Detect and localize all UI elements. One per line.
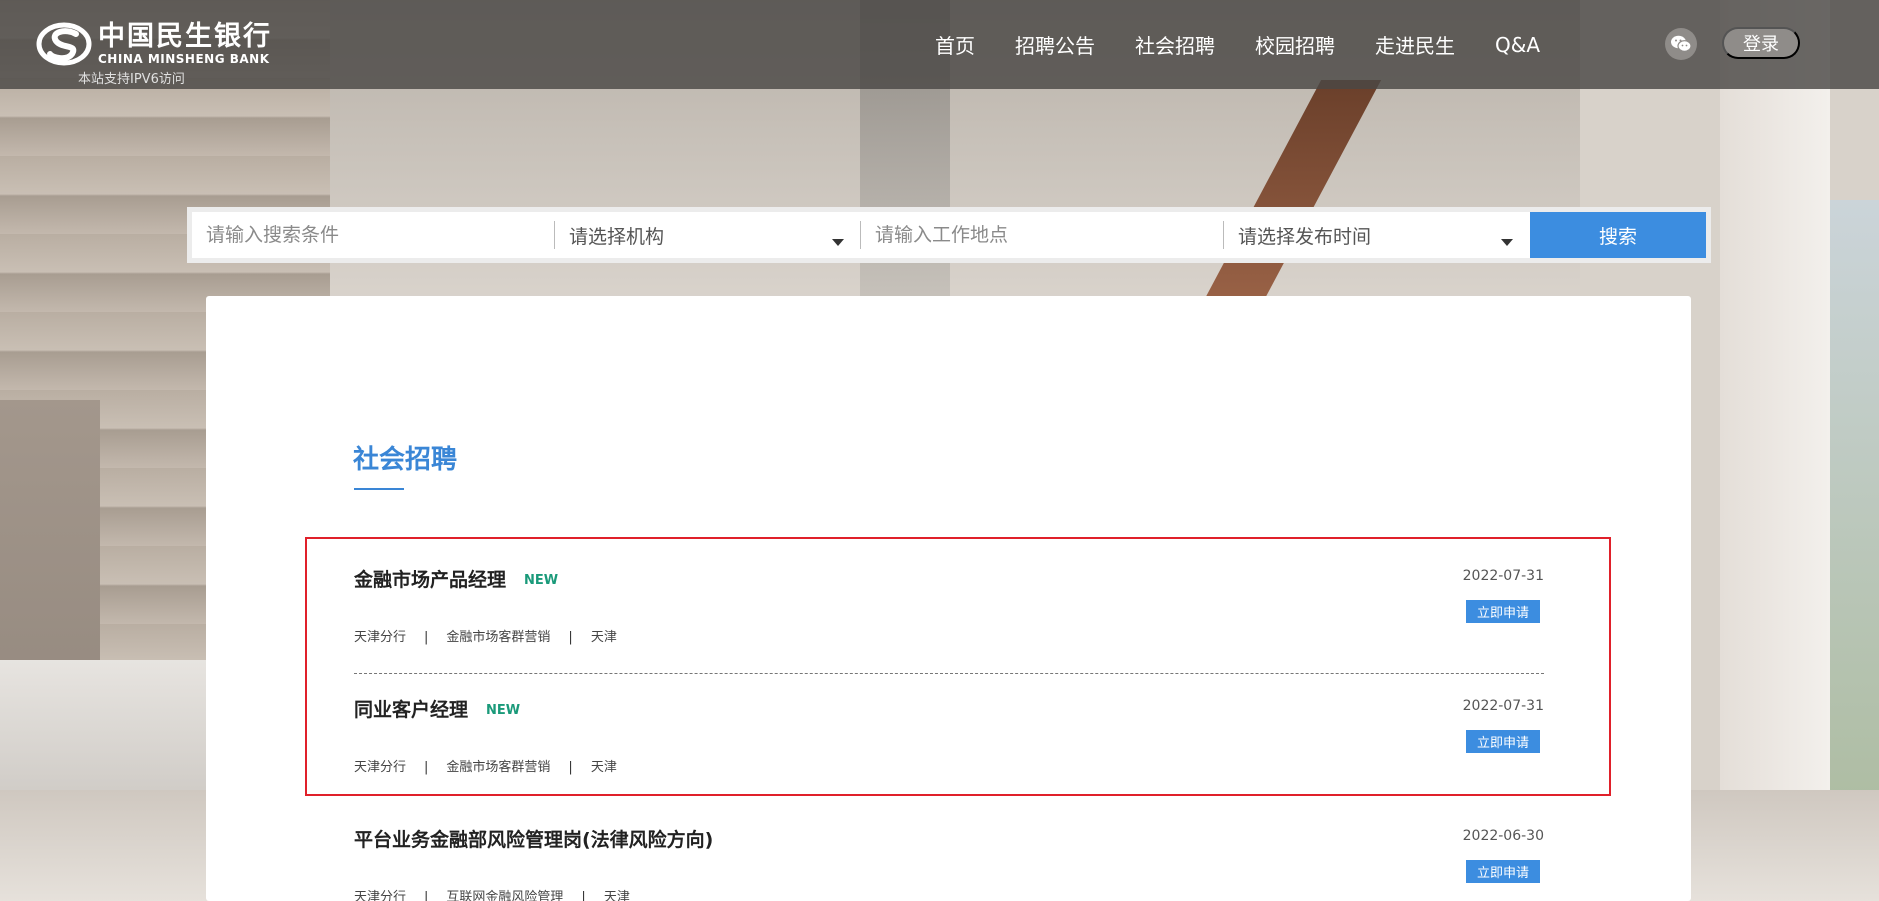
job-date: 2022-06-30 xyxy=(1462,828,1544,844)
wechat-button[interactable] xyxy=(1665,28,1697,60)
section-title-underline xyxy=(354,488,404,490)
main-nav: 首页 招聘公告 社会招聘 校园招聘 走进民生 Q&A xyxy=(935,30,1540,59)
location-field xyxy=(861,212,1223,258)
job-branch: 天津分行 xyxy=(354,630,407,645)
job-city: 天津 xyxy=(590,760,617,775)
background-window xyxy=(1830,200,1879,800)
site-header: 中国民生银行 CHINA MINSHENG BANK 本站支持IPV6访问 首页… xyxy=(0,0,1879,89)
job-title-link[interactable]: 金融市场产品经理 NEW xyxy=(354,565,558,592)
bank-logo[interactable]: 中国民生银行 CHINA MINSHENG BANK xyxy=(36,20,272,68)
job-item: 平台业务金融部风险管理岗(法律风险方向) 天津分行 | 互联网金融风险管理 | 天津 2… xyxy=(354,804,1544,901)
nav-social-recruitment[interactable]: 社会招聘 xyxy=(1135,30,1215,59)
keyword-input[interactable] xyxy=(206,224,554,246)
new-badge: NEW xyxy=(524,573,559,588)
job-search-bar: 请选择机构 请选择发布时间 搜索 xyxy=(187,207,1711,263)
job-title-link[interactable]: 同业客户经理 NEW xyxy=(354,695,520,722)
logo-chinese-name: 中国民生银行 xyxy=(98,21,272,52)
job-branch: 天津分行 xyxy=(354,760,407,775)
new-badge: NEW xyxy=(486,703,521,718)
job-title: 同业客户经理 xyxy=(354,699,469,721)
meta-separator: | xyxy=(581,890,586,901)
nav-qa[interactable]: Q&A xyxy=(1495,33,1540,57)
org-select-value: 请选择机构 xyxy=(569,225,665,248)
job-date: 2022-07-31 xyxy=(1462,698,1544,714)
search-button[interactable]: 搜索 xyxy=(1530,212,1706,258)
job-department: 金融市场客群营销 xyxy=(446,760,551,775)
ipv6-note: 本站支持IPV6访问 xyxy=(78,72,185,87)
logo-text: 中国民生银行 CHINA MINSHENG BANK xyxy=(98,21,272,67)
job-title: 金融市场产品经理 xyxy=(354,569,507,591)
job-city: 天津 xyxy=(603,890,630,901)
chevron-down-icon xyxy=(832,239,844,246)
login-button[interactable]: 登录 xyxy=(1722,27,1800,59)
job-title-link[interactable]: 平台业务金融部风险管理岗(法律风险方向) xyxy=(354,825,713,852)
meta-separator: | xyxy=(424,630,429,645)
background-pillar xyxy=(1720,0,1830,901)
location-input[interactable] xyxy=(875,224,1223,246)
keyword-field xyxy=(192,212,554,258)
nav-home[interactable]: 首页 xyxy=(935,30,975,59)
minsheng-logo-icon xyxy=(36,22,92,66)
logo-english-name: CHINA MINSHENG BANK xyxy=(98,52,270,66)
meta-separator: | xyxy=(568,630,573,645)
apply-button[interactable]: 立即申请 xyxy=(1466,730,1540,753)
background-counter xyxy=(0,660,210,800)
wechat-icon xyxy=(1671,35,1692,52)
job-department: 金融市场客群营销 xyxy=(446,630,551,645)
job-title: 平台业务金融部风险管理岗(法律风险方向) xyxy=(354,829,714,851)
publish-time-select[interactable]: 请选择发布时间 xyxy=(1224,212,1529,258)
publish-time-select-value: 请选择发布时间 xyxy=(1238,225,1372,248)
meta-separator: | xyxy=(424,890,429,901)
job-department: 互联网金融风险管理 xyxy=(446,890,564,901)
section-title: 社会招聘 xyxy=(353,445,458,475)
meta-separator: | xyxy=(568,760,573,775)
nav-about[interactable]: 走进民生 xyxy=(1375,30,1455,59)
apply-button[interactable]: 立即申请 xyxy=(1466,600,1540,623)
job-date: 2022-07-31 xyxy=(1462,568,1544,584)
job-branch: 天津分行 xyxy=(354,890,407,901)
job-city: 天津 xyxy=(590,630,617,645)
job-meta: 天津分行 | 金融市场客群营销 | 天津 xyxy=(354,626,617,645)
nav-campus-recruitment[interactable]: 校园招聘 xyxy=(1255,30,1335,59)
apply-button[interactable]: 立即申请 xyxy=(1466,860,1540,883)
job-list-card: 社会招聘 金融市场产品经理 NEW 天津分行 | 金融市场客群营销 | 天津 2022-0… xyxy=(206,296,1691,901)
meta-separator: | xyxy=(424,760,429,775)
job-meta: 天津分行 | 金融市场客群营销 | 天津 xyxy=(354,756,617,775)
chevron-down-icon xyxy=(1501,239,1513,246)
job-item: 金融市场产品经理 NEW 天津分行 | 金融市场客群营销 | 天津 2022-07-31 … xyxy=(354,544,1544,674)
org-select[interactable]: 请选择机构 xyxy=(555,212,860,258)
job-meta: 天津分行 | 互联网金融风险管理 | 天津 xyxy=(354,886,630,901)
job-item: 同业客户经理 NEW 天津分行 | 金融市场客群营销 | 天津 2022-07-31 立即… xyxy=(354,674,1544,804)
nav-announcements[interactable]: 招聘公告 xyxy=(1015,30,1095,59)
